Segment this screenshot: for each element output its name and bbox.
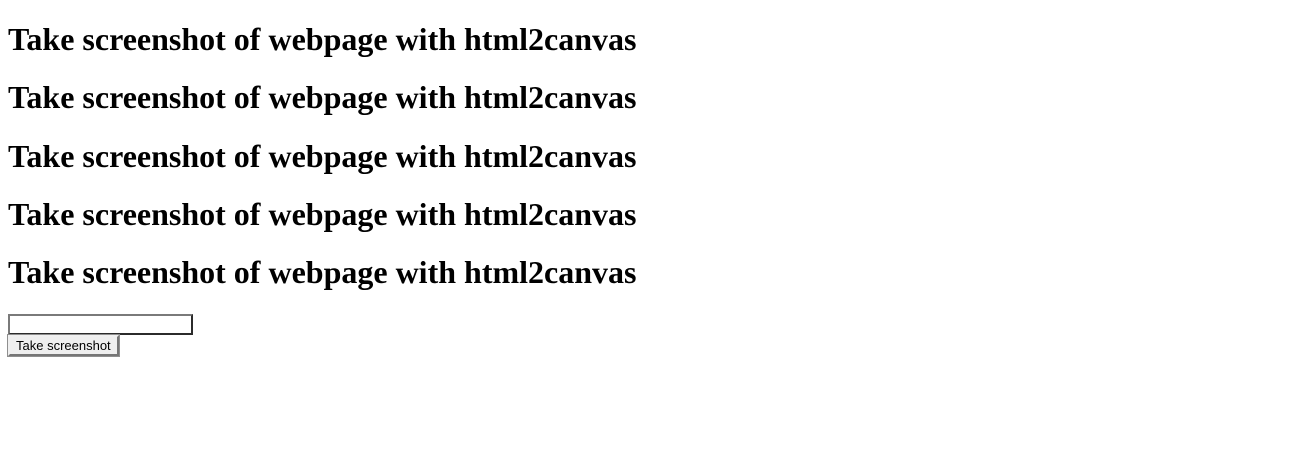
text-input[interactable]	[8, 314, 193, 335]
page-heading-1: Take screenshot of webpage with html2can…	[8, 21, 637, 57]
take-screenshot-button[interactable]: Take screenshot	[7, 334, 120, 357]
page-heading-5: Take screenshot of webpage with html2can…	[8, 254, 637, 290]
page-heading-3: Take screenshot of webpage with html2can…	[8, 138, 637, 174]
page-heading-4: Take screenshot of webpage with html2can…	[8, 196, 637, 232]
page-heading-2: Take screenshot of webpage with html2can…	[8, 79, 637, 115]
